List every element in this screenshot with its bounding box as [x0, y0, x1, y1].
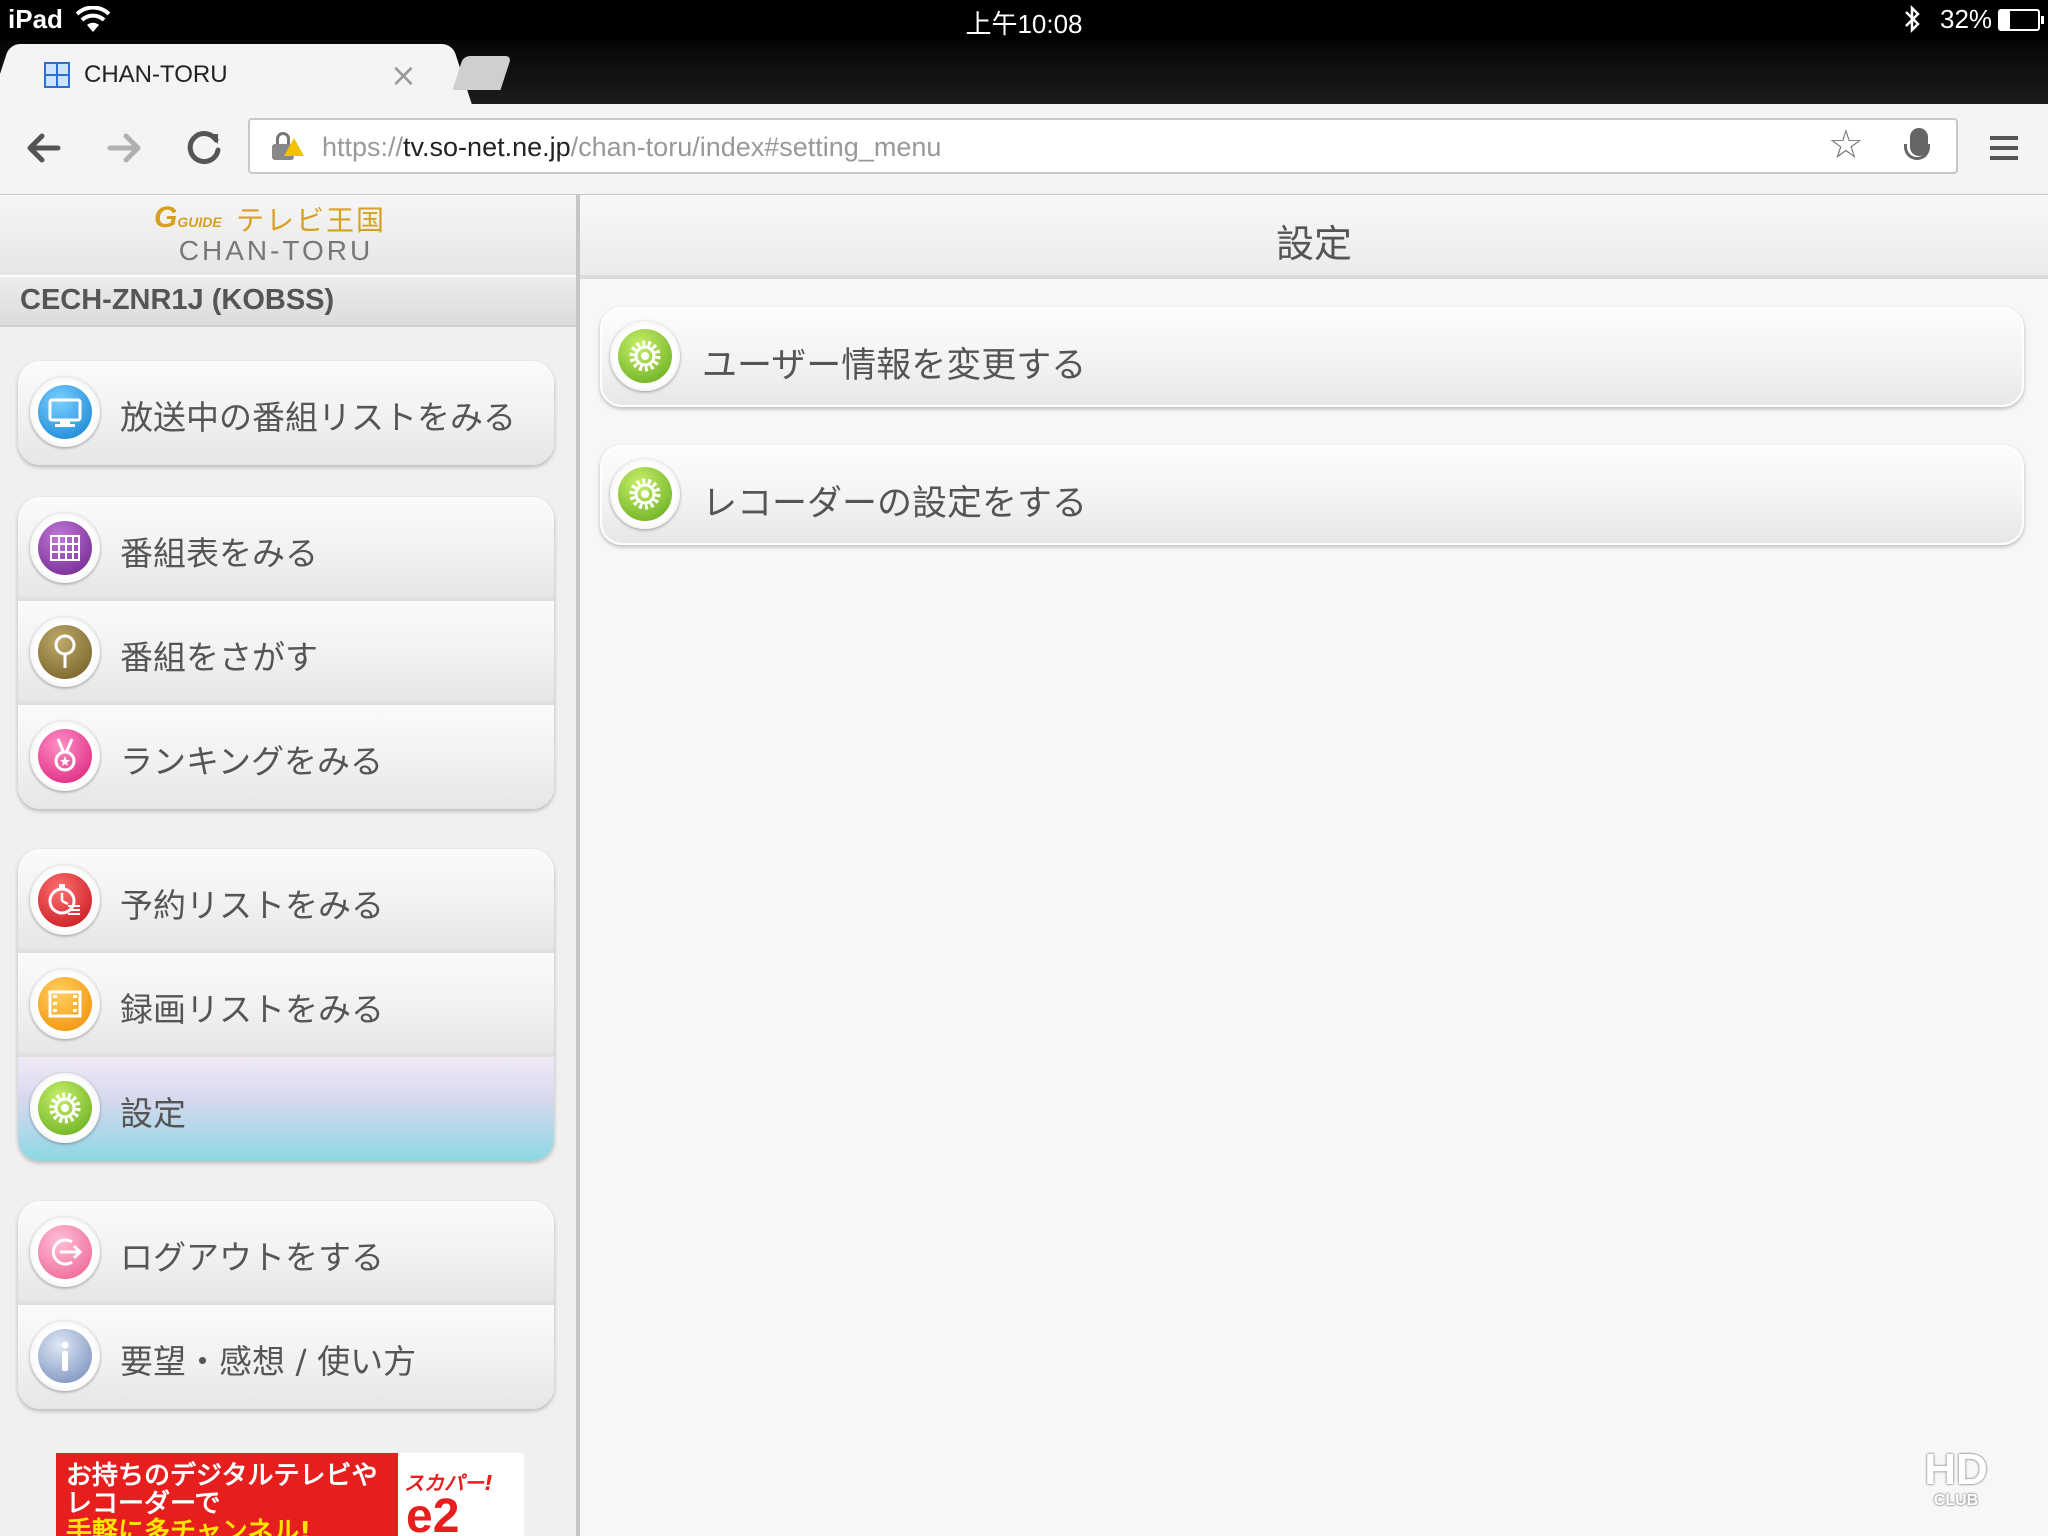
sidebar-item-label: ランキングをみる — [120, 742, 384, 781]
back-icon[interactable] — [18, 122, 70, 174]
film-icon — [30, 969, 100, 1039]
menu-item-label: レコーダーの設定をする — [702, 484, 1088, 524]
page-header: 設定 — [580, 195, 2048, 279]
menu-group-account: ログアウトをする 要望・感想 / 使い方 — [18, 1201, 554, 1409]
tab-strip: CHAN-TORU × — [0, 40, 2048, 104]
logout-icon — [30, 1217, 100, 1287]
sidebar-item-program-guide[interactable]: 番組表をみる — [18, 497, 554, 601]
info-icon — [30, 1321, 100, 1391]
menu-group-programs: 番組表をみる 番組をさがす ランキングをみる — [18, 497, 554, 809]
clock: 上午10:08 — [965, 9, 1083, 39]
battery-icon — [1998, 9, 2044, 31]
logo-guide: GGUIDE — [154, 201, 222, 234]
microphone-icon[interactable] — [1904, 128, 1930, 160]
sidebar: GGUIDE テレビ王国 CHAN-TORU CECH-ZNR1J (KOBSS… — [0, 195, 580, 1536]
device-bar: CECH-ZNR1J (KOBSS) — [0, 275, 576, 327]
reload-icon[interactable] — [178, 122, 230, 174]
device-name: CECH-ZNR1J (KOBSS) — [20, 284, 335, 316]
ad-logo: スカパー! e2 — [398, 1453, 524, 1536]
grid-icon — [30, 513, 100, 583]
url-text: https://tv.so-net.ne.jp/chan-toru/index#… — [322, 132, 942, 162]
sidebar-item-feedback-help[interactable]: 要望・感想 / 使い方 — [18, 1305, 554, 1409]
recorder-settings-button[interactable]: レコーダーの設定をする — [600, 445, 2024, 545]
magnifier-icon — [30, 617, 100, 687]
new-tab-button[interactable] — [452, 56, 512, 90]
bookmark-star-icon[interactable]: ☆ — [1828, 122, 1864, 168]
sidebar-item-recordings[interactable]: 録画リストをみる — [18, 953, 554, 1057]
sidebar-item-label: 番組をさがす — [120, 638, 318, 677]
browser-toolbar: https://tv.so-net.ne.jp/chan-toru/index#… — [0, 104, 2048, 196]
close-tab-icon[interactable]: × — [390, 56, 417, 94]
logo-name: CHAN-TORU — [178, 235, 374, 266]
sidebar-item-label: 番組表をみる — [120, 534, 318, 573]
browser-tab[interactable]: CHAN-TORU × — [16, 44, 446, 104]
change-user-info-button[interactable]: ユーザー情報を変更する — [600, 307, 2024, 407]
menu-item-label: ユーザー情報を変更する — [702, 346, 1087, 386]
sidebar-item-reservations[interactable]: 予約リストをみる — [18, 849, 554, 953]
bluetooth-icon — [1902, 4, 1922, 41]
ad-banner[interactable]: お持ちのデジタルテレビや レコーダーで 手軽に多チャンネル! スカパー! e2 — [56, 1453, 524, 1536]
gear-icon — [610, 321, 680, 391]
sidebar-item-label: 設定 — [120, 1094, 186, 1133]
favicon-icon — [44, 62, 70, 88]
sidebar-item-label: ログアウトをする — [120, 1238, 384, 1277]
sidebar-item-label: 放送中の番組リストをみる — [120, 398, 516, 437]
sidebar-item-label: 予約リストをみる — [120, 886, 384, 925]
menu-icon[interactable] — [1978, 122, 2030, 174]
tv-icon — [30, 377, 100, 447]
page-title: 設定 — [1275, 222, 1352, 266]
tab-title: CHAN-TORU — [84, 61, 228, 88]
gear-icon — [610, 459, 680, 529]
status-bar: iPad 上午10:08 32% — [0, 0, 2048, 40]
sidebar-item-live-programs[interactable]: 放送中の番組リストをみる — [18, 361, 554, 465]
sidebar-item-ranking[interactable]: ランキングをみる — [18, 705, 554, 809]
sidebar-item-settings[interactable]: 設定 — [18, 1057, 554, 1161]
menu-group-live: 放送中の番組リストをみる — [18, 361, 554, 465]
sidebar-item-label: 要望・感想 / 使い方 — [120, 1342, 417, 1381]
battery-percent: 32% — [1940, 4, 1993, 34]
menu-group-recorder: 予約リストをみる 録画リストをみる 設定 — [18, 849, 554, 1161]
sidebar-item-search-programs[interactable]: 番組をさがす — [18, 601, 554, 705]
forward-icon[interactable] — [98, 122, 150, 174]
timer-icon — [30, 865, 100, 935]
medal-icon — [30, 721, 100, 791]
gear-icon — [30, 1073, 100, 1143]
main-content: 設定 ユーザー情報を変更する レコーダーの設定をする — [580, 195, 2048, 1536]
logo-brand: テレビ王国 — [236, 204, 387, 237]
sidebar-item-logout[interactable]: ログアウトをする — [18, 1201, 554, 1305]
site-logo[interactable]: GGUIDE テレビ王国 CHAN-TORU — [0, 195, 576, 275]
sidebar-item-label: 録画リストをみる — [120, 990, 384, 1029]
warning-icon — [284, 138, 304, 156]
watermark-logo: HD CLUB — [1924, 1445, 1988, 1510]
address-bar[interactable]: https://tv.so-net.ne.jp/chan-toru/index#… — [248, 118, 1958, 174]
